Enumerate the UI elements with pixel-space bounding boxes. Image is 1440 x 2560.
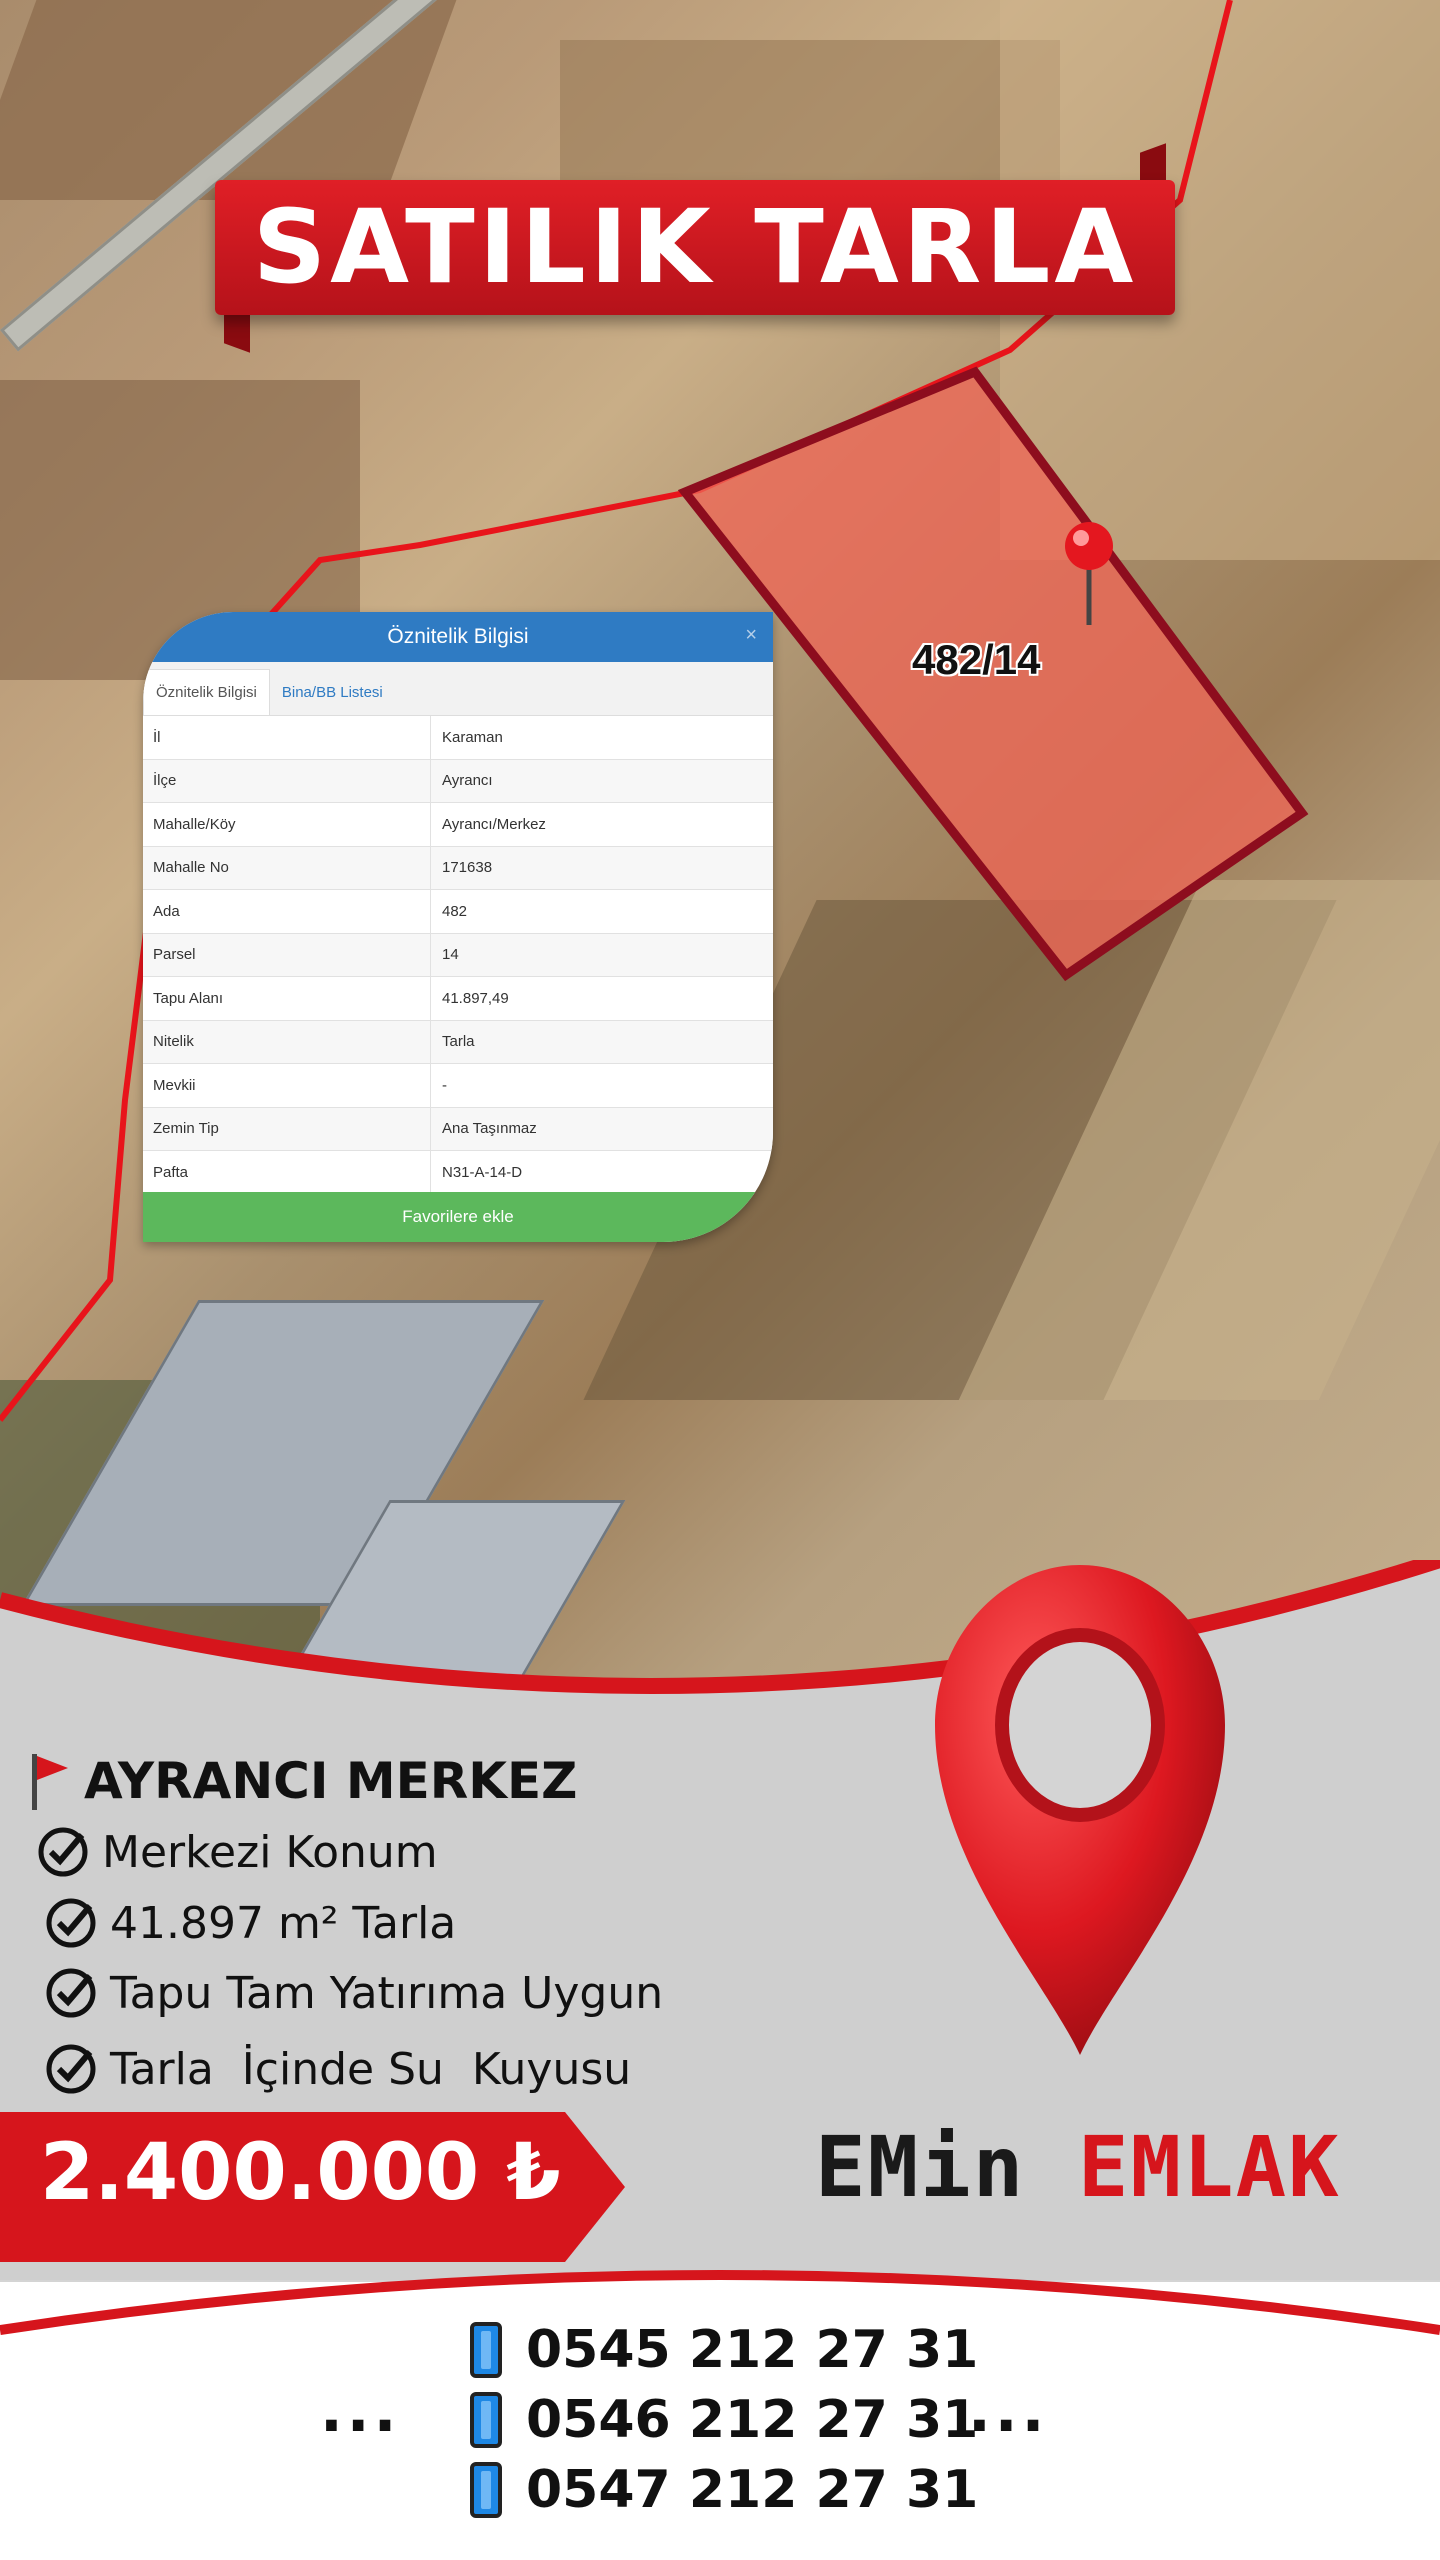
phone-icon: [470, 2462, 502, 2518]
map-pin-icon: [1065, 522, 1113, 625]
feature-text: Merkezi Konum: [102, 1826, 438, 1878]
table-row: Ada 482: [143, 890, 773, 934]
attribute-table: İl Karaman İlçe Ayrancı Mahalle/Köy Ayrancı…: [143, 716, 773, 1195]
check-circle-icon: [38, 1827, 88, 1877]
brand-part2: EMLAK: [1077, 2118, 1341, 2216]
table-row: Tapu Alanı 41.897,49: [143, 977, 773, 1021]
row-key: Nitelik: [143, 1020, 431, 1063]
row-value: 482: [442, 902, 468, 920]
phone-row[interactable]: 0547 212 27 31: [470, 2460, 978, 2520]
phone-icon: [470, 2392, 502, 2448]
check-circle-icon: [46, 1968, 96, 2018]
row-key: Tapu Alanı: [143, 977, 431, 1020]
row-value: -: [442, 1076, 447, 1094]
add-favorites-button[interactable]: Favorilere ekle: [143, 1192, 773, 1242]
table-row: İlçe Ayrancı: [143, 759, 773, 803]
phone-number[interactable]: 0545 212 27 31: [526, 2320, 978, 2380]
phone-number[interactable]: 0547 212 27 31: [526, 2460, 978, 2520]
banner-title: SATILIK TARLA: [252, 188, 1138, 307]
parcel-label: 482/14: [912, 636, 1041, 683]
table-row: Parsel 14: [143, 933, 773, 977]
row-key: Mahalle No: [143, 846, 431, 889]
table-row: İl Karaman: [143, 716, 773, 760]
table-row: Zemin Tip Ana Taşınmaz: [143, 1107, 773, 1151]
panel-tabs: Öznitelik Bilgisi Bina/BB Listesi: [143, 662, 773, 716]
feature-item: Tarla İçinde Su Kuyusu: [44, 2042, 631, 2096]
phone-number[interactable]: 0546 212 27 31: [526, 2390, 978, 2450]
feature-text: 41.897 m² Tarla: [110, 1897, 457, 1949]
feature-text: Tarla İçinde Su Kuyusu: [110, 2043, 632, 2095]
row-key: İlçe: [143, 759, 431, 802]
tab-building-list[interactable]: Bina/BB Listesi: [270, 670, 395, 715]
location-title: AYRANCI MERKEZ: [84, 1752, 578, 1810]
check-circle-icon: [46, 1898, 96, 1948]
row-value: Ayrancı: [442, 772, 493, 790]
row-key: Mahalle/Köy: [143, 803, 431, 846]
row-key: Parsel: [143, 933, 431, 976]
row-value: Ana Taşınmaz: [442, 1120, 537, 1138]
table-row: Mahalle No 171638: [143, 846, 773, 890]
row-value: 41.897,49: [442, 989, 509, 1007]
feature-item: Merkezi Konum: [36, 1825, 438, 1879]
table-row: Nitelik Tarla: [143, 1020, 773, 1064]
row-value: 14: [442, 946, 459, 964]
dots-right: ...: [968, 2376, 1049, 2446]
row-key: Pafta: [143, 1151, 431, 1194]
feature-item: 41.897 m² Tarla: [44, 1896, 456, 1950]
feature-text: Tapu Tam Yatırıma Uygun: [110, 1967, 664, 2019]
location-pin-icon: [935, 1565, 1225, 2055]
row-key: İl: [143, 716, 431, 759]
phone-row[interactable]: 0545 212 27 31: [470, 2320, 978, 2380]
table-row: Mahalle/Köy Ayrancı/Merkez: [143, 803, 773, 847]
attribute-panel: Öznitelik Bilgisi × Öznitelik Bilgisi Bi…: [143, 612, 773, 1242]
table-row: Pafta N31-A-14-D: [143, 1151, 773, 1195]
panel-title: Öznitelik Bilgisi: [387, 625, 529, 648]
row-value: Tarla: [442, 1033, 475, 1051]
check-circle-icon: [46, 2044, 96, 2094]
title-banner: SATILIK TARLA: [215, 180, 1175, 315]
row-value: 171638: [442, 859, 493, 877]
price: 2.400.000 ₺: [40, 2128, 561, 2218]
feature-item: Tapu Tam Yatırıma Uygun: [44, 1966, 663, 2020]
table-row: Mevkii -: [143, 1064, 773, 1108]
row-key: Mevkii: [143, 1064, 431, 1107]
phone-row[interactable]: 0546 212 27 31: [470, 2390, 978, 2450]
brand-logo: EMin EMLAK: [815, 2118, 1341, 2216]
flag-icon: [32, 1754, 68, 1810]
dots-left: ...: [320, 2376, 401, 2446]
row-value: N31-A-14-D: [442, 1163, 523, 1181]
phone-icon: [470, 2322, 502, 2378]
row-key: Ada: [143, 890, 431, 933]
close-icon[interactable]: ×: [745, 624, 757, 647]
brand-part1: EMin: [815, 2118, 1026, 2216]
row-value: Ayrancı/Merkez: [442, 815, 546, 833]
tab-attributes[interactable]: Öznitelik Bilgisi: [143, 669, 270, 715]
panel-header: Öznitelik Bilgisi ×: [143, 612, 773, 662]
row-key: Zemin Tip: [143, 1107, 431, 1150]
row-value: Karaman: [442, 728, 503, 746]
